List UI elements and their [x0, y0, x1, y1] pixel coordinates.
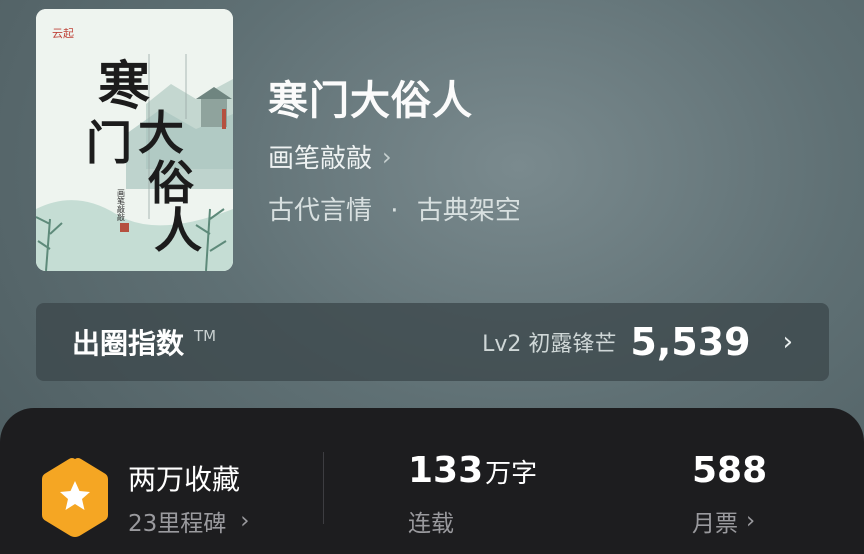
genre-separator: ·	[390, 196, 399, 226]
word-count-number: 133	[408, 450, 484, 491]
influence-index-bar[interactable]: 出圈指数 TM Lv2 初露锋芒 5,539 ›	[36, 303, 829, 381]
chevron-right-icon: ›	[782, 327, 793, 357]
book-cover[interactable]: 寒 门 大 俗 人 画笔敲敲 云起	[36, 9, 233, 271]
word-count-unit: 万字	[485, 459, 538, 489]
influence-index-label: 出圈指数	[72, 327, 185, 360]
star-hexagon-icon	[42, 458, 108, 537]
stats-divider	[323, 452, 324, 524]
monthly-tickets-label: 月票	[692, 511, 738, 537]
trademark-mark: TM	[194, 327, 217, 345]
monthly-tickets-link[interactable]: 月票 ›	[692, 504, 755, 538]
chevron-right-icon: ›	[240, 508, 250, 534]
milestones-link[interactable]: 23里程碑 ›	[128, 504, 249, 538]
monthly-tickets-count: 588	[692, 450, 768, 491]
svg-text:门: 门	[86, 116, 132, 170]
author-name: 画笔敲敲	[268, 144, 373, 174]
svg-text:人: 人	[154, 203, 202, 259]
influence-level: Lv2 初露锋芒	[482, 332, 617, 357]
cover-art: 寒 门 大 俗 人 画笔敲敲 云起	[36, 9, 233, 271]
favorites-title: 两万收藏	[128, 463, 241, 496]
author-link[interactable]: 画笔敲敲 ›	[268, 138, 392, 175]
genre-secondary: 古典架空	[416, 196, 521, 226]
chevron-right-icon: ›	[746, 508, 756, 534]
influence-score: 5,539	[630, 320, 751, 364]
svg-text:画笔敲敲: 画笔敲敲	[117, 189, 126, 222]
influence-index-values: Lv2 初露锋芒 5,539 ›	[482, 320, 793, 364]
serial-status: 连载	[408, 511, 454, 537]
genre-line: 古代言情 · 古典架空	[268, 190, 521, 227]
svg-text:俗: 俗	[148, 156, 195, 210]
svg-text:云起: 云起	[52, 27, 74, 40]
book-title: 寒门大俗人	[268, 77, 473, 124]
word-count: 133万字	[408, 450, 537, 491]
milestones-label: 23里程碑	[128, 511, 227, 537]
genre-primary: 古代言情	[268, 196, 373, 226]
chevron-right-icon: ›	[382, 142, 392, 171]
svg-text:大: 大	[138, 106, 184, 160]
